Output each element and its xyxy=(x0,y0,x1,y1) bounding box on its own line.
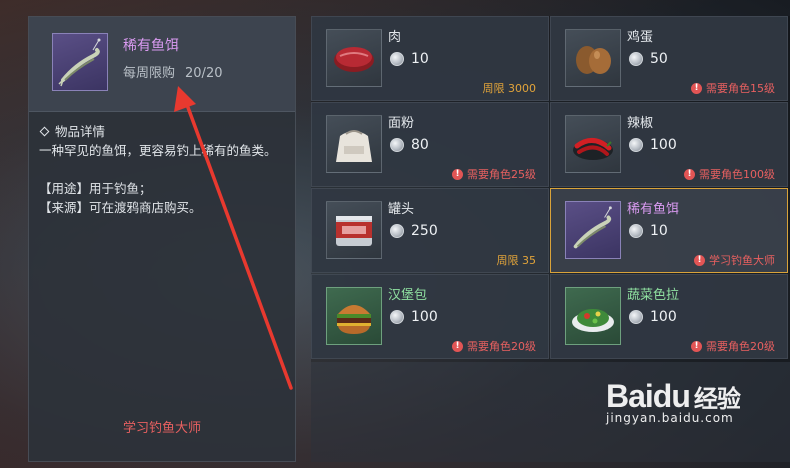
shop-item-eggs[interactable]: 鸡蛋 50! 需要角色15级 xyxy=(550,16,788,101)
silver-coin-icon xyxy=(629,224,643,238)
shop-item-salad[interactable]: 蔬菜色拉 100! 需要角色20级 xyxy=(550,274,788,359)
meat-icon xyxy=(326,29,382,87)
requirement-badge: ! 需要角色100级 xyxy=(684,166,775,182)
warning-icon: ! xyxy=(684,168,695,180)
salad-icon xyxy=(565,287,621,345)
item-detail-panel: 稀有鱼饵 每周限购 20/20 物品详情 一种罕见的鱼饵，更容易钓上稀有的鱼类。 … xyxy=(28,16,296,462)
item-price-value: 80 xyxy=(411,137,429,153)
detail-item-name: 稀有鱼饵 xyxy=(123,38,179,54)
item-price: 250 xyxy=(390,223,438,239)
item-price: 80 xyxy=(390,137,429,153)
item-name: 罐头 xyxy=(388,202,415,217)
warning-icon: ! xyxy=(691,82,702,94)
item-source: 【来源】可在渡鸦商店购买。 xyxy=(39,200,202,215)
warning-icon: ! xyxy=(691,340,702,352)
canned-food-icon xyxy=(326,201,382,259)
item-price-value: 250 xyxy=(411,223,438,239)
warning-icon: ! xyxy=(452,340,463,352)
item-price: 100 xyxy=(390,309,438,325)
baidu-logo: Baidu 经验 xyxy=(606,378,741,414)
item-price-value: 100 xyxy=(650,309,677,325)
silver-coin-icon xyxy=(390,310,404,324)
shop-item-flour-sack[interactable]: 面粉 80! 需要角色25级 xyxy=(311,102,549,187)
item-price-value: 50 xyxy=(650,51,668,67)
section-title-text: 物品详情 xyxy=(55,124,106,139)
requirement-badge: ! 需要角色20级 xyxy=(452,338,536,354)
item-price: 50 xyxy=(629,51,668,67)
weekly-limit: 每周限购 20/20 xyxy=(123,62,222,81)
shrimp-bait-icon xyxy=(565,201,621,259)
requirement-text: 需要角色25级 xyxy=(467,168,536,181)
item-usage: 【用途】用于钓鱼； xyxy=(39,181,152,196)
requirement-text: 周限 35 xyxy=(496,254,537,267)
warning-icon: ! xyxy=(694,254,705,266)
weekly-limit-label: 每周限购 xyxy=(123,66,176,81)
shrimp-bait-icon xyxy=(52,33,108,91)
item-name: 辣椒 xyxy=(627,116,654,131)
flour-sack-icon xyxy=(326,115,382,173)
weekly-limit-value: 20/20 xyxy=(185,66,223,81)
requirement-badge: ! 需要角色15级 xyxy=(691,80,775,96)
requirement-text: 需要角色15级 xyxy=(706,82,775,95)
silver-coin-icon xyxy=(629,52,643,66)
item-price: 10 xyxy=(390,51,429,67)
unlock-requirement: 学习钓鱼大师 xyxy=(122,421,201,436)
requirement-badge: ! 需要角色20级 xyxy=(691,338,775,354)
weekly-limit-badge: 周限 3000 xyxy=(483,80,537,96)
warning-icon: ! xyxy=(452,168,463,180)
item-name: 鸡蛋 xyxy=(627,30,654,45)
silver-coin-icon xyxy=(390,52,404,66)
item-name: 面粉 xyxy=(388,116,415,131)
requirement-badge: ! 学习钓鱼大师 xyxy=(694,252,775,268)
requirement-text: 学习钓鱼大师 xyxy=(709,254,775,267)
chili-pepper-icon xyxy=(565,115,621,173)
requirement-badge: ! 需要角色25级 xyxy=(452,166,536,182)
silver-coin-icon xyxy=(390,138,404,152)
watermark: Baidu 经验 jingyan.baidu.com xyxy=(606,378,741,425)
shop-item-shrimp-bait[interactable]: 稀有鱼饵 10! 学习钓鱼大师 xyxy=(550,188,788,273)
requirement-text: 需要角色100级 xyxy=(699,168,775,181)
shop-grid: 肉 10 周限 3000 鸡蛋 50! 需要角色15级面粉 80! 需要角色25级 辣椒 100!… xyxy=(311,16,790,362)
detail-body: 物品详情 一种罕见的鱼饵，更容易钓上稀有的鱼类。 【用途】用于钓鱼； 【来源】可… xyxy=(29,112,295,217)
item-name: 肉 xyxy=(388,30,402,45)
shop-item-chili-pepper[interactable]: 辣椒 100! 需要角色100级 xyxy=(550,102,788,187)
item-price: 100 xyxy=(629,137,677,153)
requirement-text: 周限 3000 xyxy=(482,82,537,95)
shop-item-burger[interactable]: 汉堡包 100! 需要角色20级 xyxy=(311,274,549,359)
shop-item-canned-food[interactable]: 罐头 250 周限 35 xyxy=(311,188,549,273)
item-price-value: 10 xyxy=(411,51,429,67)
silver-coin-icon xyxy=(629,138,643,152)
silver-coin-icon xyxy=(390,224,404,238)
watermark-url: jingyan.baidu.com xyxy=(606,411,734,425)
item-name: 稀有鱼饵 xyxy=(627,202,680,217)
item-price-value: 100 xyxy=(411,309,438,325)
weekly-limit-badge: 周限 35 xyxy=(497,252,537,268)
detail-section-title: 物品详情 xyxy=(39,122,285,141)
silver-coin-icon xyxy=(629,310,643,324)
item-price: 100 xyxy=(629,309,677,325)
item-description: 一种罕见的鱼饵，更容易钓上稀有的鱼类。 xyxy=(39,143,277,158)
eggs-icon xyxy=(565,29,621,87)
item-name: 蔬菜色拉 xyxy=(627,288,680,303)
item-name: 汉堡包 xyxy=(388,288,428,303)
requirement-text: 需要角色20级 xyxy=(706,340,775,353)
detail-header: 稀有鱼饵 每周限购 20/20 xyxy=(29,17,295,112)
item-price-value: 100 xyxy=(650,137,677,153)
burger-icon xyxy=(326,287,382,345)
diamond-icon xyxy=(39,126,50,137)
requirement-text: 需要角色20级 xyxy=(467,340,536,353)
shop-item-meat[interactable]: 肉 10 周限 3000 xyxy=(311,16,549,101)
item-price: 10 xyxy=(629,223,668,239)
item-price-value: 10 xyxy=(650,223,668,239)
